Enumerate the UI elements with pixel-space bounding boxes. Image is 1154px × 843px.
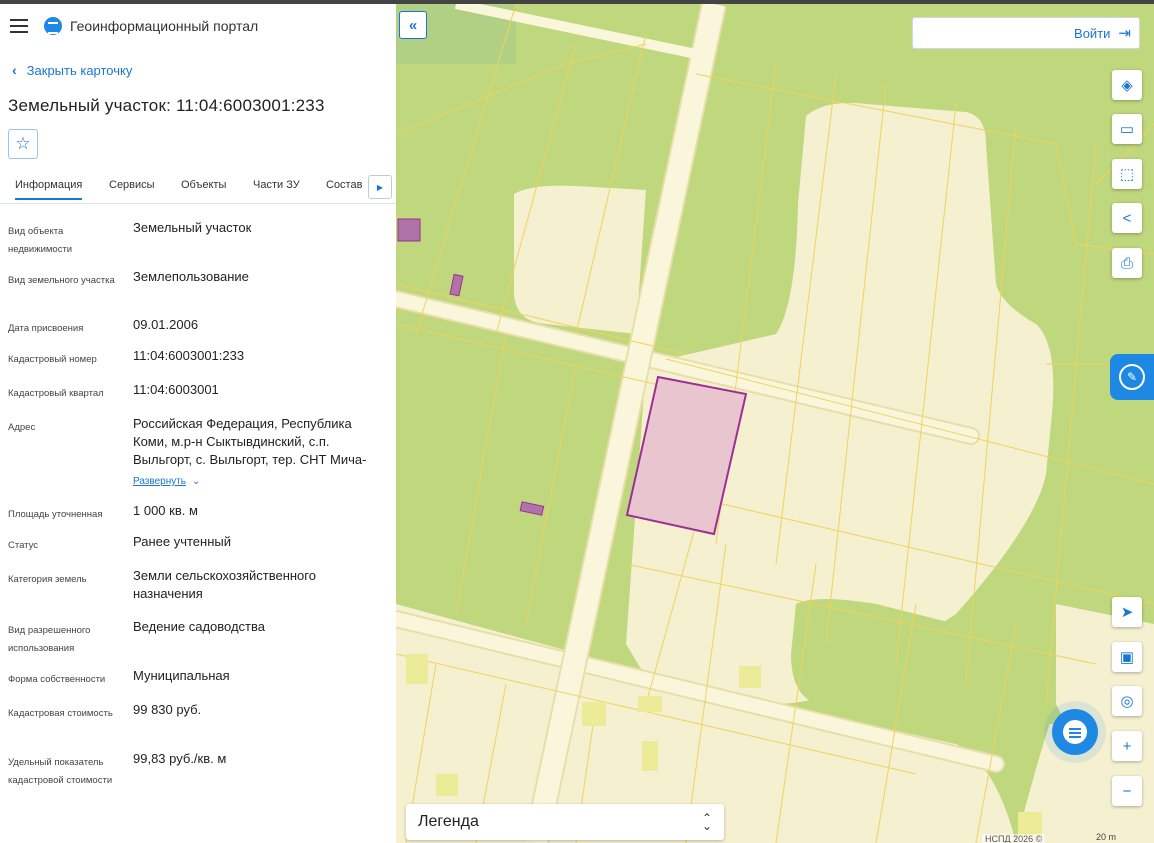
ruler-icon: ▭ [1119,121,1135,138]
chat-button[interactable] [1052,709,1098,755]
share-icon: < [1122,209,1132,227]
tab-parts[interactable]: Части ЗУ [253,179,300,191]
property-label: Адрес [8,422,36,433]
print-icon: ⎙ [1120,254,1133,272]
property-value: Ведение садоводства [133,619,265,634]
property-label: Вид земельного участка [8,275,115,286]
building [1018,812,1042,836]
print-button[interactable]: ⎙ [1112,248,1142,278]
map-canvas[interactable] [396,4,1154,843]
ruler-button[interactable]: ▭ [1112,114,1142,144]
expand-collapse-icon: ⌃ ⌄ [701,811,712,833]
property-label: Вид объекта недвижимости [8,226,73,255]
menu-icon[interactable] [10,19,28,33]
card-tabs: Информация Сервисы Объекты Части ЗУ Сост… [0,175,396,204]
property-value: Земельный участок [133,220,252,235]
building [397,218,421,242]
property-label: Кадастровый номер [8,354,97,365]
search-location-icon: ◎ [1120,693,1134,710]
minimap-icon: ▣ [1119,649,1135,666]
property-label: Статус [8,540,39,551]
double-chevron-left-icon: « [408,16,418,34]
close-card-link[interactable]: ‹ Закрыть карточку [12,62,132,78]
building [638,696,662,712]
legend-dropdown[interactable]: Легенда ⌃ ⌄ [406,804,724,840]
portal-logo-icon [44,17,62,35]
locate-icon: ➤ [1120,604,1134,621]
property-label: Удельный показатель кадастровой стоимост… [8,757,113,786]
layers-icon: ◈ [1121,77,1133,94]
login-arrow-icon: ⇥ [1118,25,1131,42]
app-header: Геоинформационный портал [0,4,396,48]
zoom-out-icon: − [1122,782,1132,800]
property-label: Категория земель [8,574,87,585]
property-value: 11:04:6003001 [133,382,219,397]
chevron-down-icon[interactable]: ⌄ [192,476,200,487]
address-value: Российская Федерация, Республика Коми, м… [133,415,388,491]
info-panel: Геоинформационный портал ‹ Закрыть карто… [0,4,397,843]
property-value: Ранее учтенный [133,534,231,549]
property-value: 1 000 кв. м [133,503,198,518]
parcel-ground [514,185,646,334]
tab-services[interactable]: Сервисы [109,179,155,191]
collapse-panel-button[interactable]: « [399,11,427,39]
tabs-scroll-right-button[interactable]: ▶ [368,175,392,199]
card-title: Земельный участок: 11:04:6003001:233 [8,96,325,115]
property-value: Российская Федерация, Республика Коми, м… [133,416,367,467]
zoom-in-icon: + [1122,737,1132,755]
building [436,774,458,796]
select-area-button[interactable]: ⬚ [1112,159,1142,189]
select-area-icon: ⬚ [1119,166,1135,183]
search-location-button[interactable]: ◎ [1112,686,1142,716]
property-value: 11:04:6003001:233 [133,348,245,363]
property-value: 09.01.2006 [133,317,199,332]
property-label: Кадастровая стоимость [8,708,113,719]
legend-label: Легенда [418,813,479,830]
property-label: Площадь уточненная [8,509,103,520]
share-button[interactable]: < [1112,203,1142,233]
login-label: Войти [1074,25,1111,41]
tab-composition[interactable]: Состав [326,179,362,191]
tab-information[interactable]: Информация [15,179,83,200]
building [642,741,658,771]
feedback-side-tab[interactable]: ✎ [1110,354,1154,400]
expand-address-link[interactable]: Развернуть [133,476,186,487]
property-value: Муниципальная [133,668,230,683]
building [582,702,606,726]
chevron-left-icon: ‹ [12,62,17,78]
app-title: Геоинформационный портал [70,18,259,34]
locate-button[interactable]: ➤ [1112,597,1142,627]
zoom-out-button[interactable]: − [1112,776,1142,806]
property-label: Дата присвоения [8,323,84,334]
close-card-label: Закрыть карточку [26,62,133,78]
scale-bar-label: 20 m [1096,832,1117,842]
minimap-button[interactable]: ▣ [1112,642,1142,672]
map-attribution: НСПД 2026 © [982,834,1046,843]
building [739,666,761,688]
property-label: Вид разрешенного использования [8,625,91,654]
layers-button[interactable]: ◈ [1112,70,1142,100]
feedback-icon: ✎ [1119,364,1145,390]
property-value: 99,83 руб./кв. м [133,751,227,766]
favorite-button[interactable]: ☆ [8,129,38,159]
login-button[interactable]: Войти ⇥ [912,17,1140,49]
caret-right-icon: ▶ [376,182,384,192]
zoom-in-button[interactable]: + [1112,731,1142,761]
property-label: Форма собственности [8,674,106,685]
tab-objects[interactable]: Объекты [181,179,226,191]
star-icon: ☆ [15,134,31,153]
property-value: 99 830 руб. [133,702,202,717]
map-view[interactable]: « Войти ⇥ ◈ ▭ ⬚ < ⎙ ✎ ➤ ▣ ◎ + − Легенда … [396,4,1154,843]
building [406,654,428,684]
chat-icon [1063,720,1087,744]
property-label: Кадастровый квартал [8,388,104,399]
property-value: Земли сельскохозяйственного назначения [133,568,316,601]
property-value: Землепользование [133,269,249,284]
